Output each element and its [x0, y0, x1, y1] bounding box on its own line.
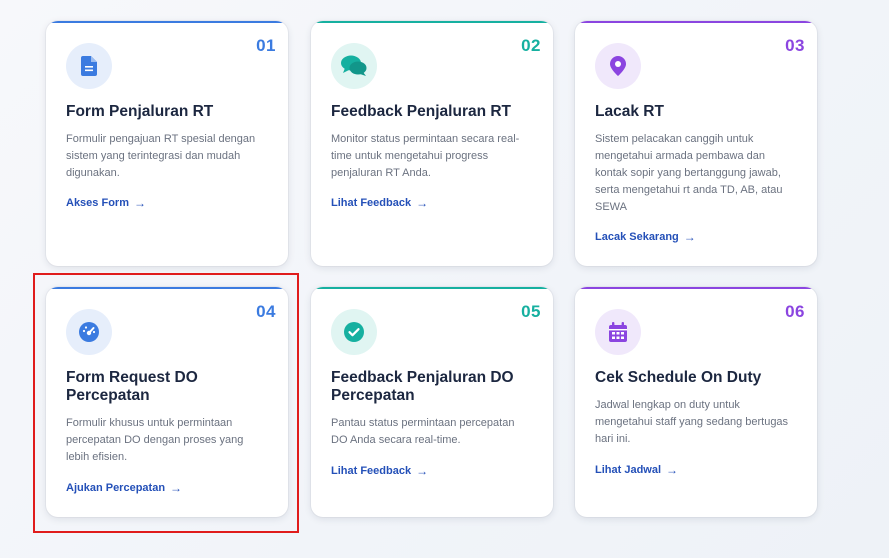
chat-bubbles-icon	[331, 43, 377, 89]
card-number: 01	[256, 36, 276, 55]
lihat-feedback-link[interactable]: Lihat Feedback →	[331, 465, 428, 477]
card-title: Lacak RT	[595, 103, 664, 120]
card-accent-bar	[46, 21, 288, 23]
arrow-right-icon: →	[683, 230, 696, 244]
card-description: Monitor status permintaan secara real-ti…	[331, 133, 520, 179]
card-description: Jadwal lengkap on duty untuk mengetahui …	[595, 399, 789, 445]
arrow-right-icon: →	[666, 463, 679, 477]
card-title: Cek Schedule On Duty	[595, 369, 762, 386]
arrow-right-icon: →	[170, 481, 183, 495]
card-number: 02	[521, 36, 541, 55]
card-title: Form Request DO Percepatan	[66, 369, 198, 404]
card-number: 03	[785, 36, 805, 55]
card-feedback-penjaluran-rt: 02 Feedback Penjaluran RT Monitor status…	[311, 21, 553, 266]
link-label: Ajukan Percepatan	[66, 482, 166, 494]
card-title: Form Penjaluran RT	[66, 103, 214, 120]
calendar-icon	[595, 309, 641, 355]
card-number: 05	[521, 302, 541, 321]
card-accent-bar	[575, 287, 817, 289]
map-pin-icon	[595, 43, 641, 89]
card-cek-schedule-on-duty: 06 Cek Schedule On Duty Jadwal lengkap o…	[575, 287, 817, 517]
card-accent-bar	[311, 21, 553, 23]
arrow-right-icon: →	[416, 464, 429, 478]
speedometer-icon	[66, 309, 112, 355]
card-accent-bar	[46, 287, 288, 289]
arrow-right-icon: →	[416, 196, 429, 210]
card-lacak-rt: 03 Lacak RT Sistem pelacakan canggih unt…	[575, 21, 817, 266]
link-label: Lihat Jadwal	[595, 464, 662, 476]
card-description: Formulir pengajuan RT spesial dengan sis…	[66, 133, 256, 179]
link-label: Lihat Feedback	[331, 197, 412, 209]
ajukan-percepatan-link[interactable]: Ajukan Percepatan →	[66, 482, 182, 494]
lihat-feedback-link[interactable]: Lihat Feedback →	[331, 197, 428, 209]
card-accent-bar	[311, 287, 553, 289]
card-form-request-do-percepatan: 04 Form Request DO Percepatan Formulir k…	[46, 287, 288, 517]
lihat-jadwal-link[interactable]: Lihat Jadwal →	[595, 464, 678, 476]
card-description: Pantau status permintaan percepatan DO A…	[331, 417, 515, 446]
link-label: Lacak Sekarang	[595, 231, 679, 243]
card-accent-bar	[575, 21, 817, 23]
link-label: Akses Form	[66, 197, 129, 209]
lacak-sekarang-link[interactable]: Lacak Sekarang →	[595, 231, 696, 243]
check-circle-icon	[331, 309, 377, 355]
link-label: Lihat Feedback	[331, 465, 412, 477]
card-form-penjaluran-rt: 01 Form Penjaluran RT Formulir pengajuan…	[46, 21, 288, 266]
card-title: Feedback Penjaluran DO Percepatan	[331, 369, 514, 404]
arrow-right-icon: →	[133, 196, 146, 210]
akses-form-link[interactable]: Akses Form →	[66, 197, 146, 209]
card-number: 06	[785, 302, 805, 321]
card-feedback-penjaluran-do-percepatan: 05 Feedback Penjaluran DO Percepatan Pan…	[311, 287, 553, 517]
card-description: Sistem pelacakan canggih untuk mengetahu…	[595, 133, 783, 213]
card-number: 04	[256, 302, 276, 321]
document-icon	[66, 43, 112, 89]
card-description: Formulir khusus untuk permintaan percepa…	[66, 417, 244, 463]
card-title: Feedback Penjaluran RT	[331, 103, 512, 120]
